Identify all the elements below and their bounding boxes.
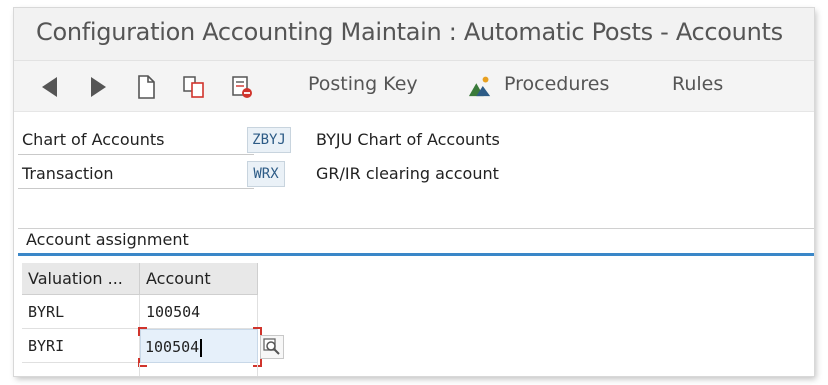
window-title: Configuration Accounting Maintain : Auto… (36, 18, 783, 46)
chart-of-accounts-field[interactable]: ZBYJ (247, 127, 291, 153)
title-bar: Configuration Accounting Maintain : Auto… (14, 8, 814, 61)
transaction-field[interactable]: WRX (247, 161, 285, 187)
new-document-icon[interactable] (134, 75, 158, 99)
account-input-value: 100504 (145, 338, 200, 356)
application-toolbar: Posting Key Procedures Rules (14, 61, 814, 112)
account-assignment-title: Account assignment (26, 230, 189, 249)
table-cell-valuation[interactable]: BYRI (22, 329, 140, 363)
column-header-account[interactable]: Account (140, 263, 258, 295)
back-arrow-icon[interactable] (38, 75, 62, 99)
column-header-valuation[interactable]: Valuation ... (22, 263, 140, 295)
text-caret (200, 338, 203, 357)
section-divider (18, 253, 814, 256)
forward-arrow-icon[interactable] (86, 75, 110, 99)
focus-corner-top-left (138, 327, 147, 336)
table-cell-valuation[interactable]: BYRL (22, 295, 140, 329)
rules-button[interactable]: Rules (672, 73, 723, 95)
posting-key-button[interactable]: Posting Key (308, 73, 418, 95)
chart-of-accounts-description: BYJU Chart of Accounts (316, 130, 500, 149)
transaction-label: Transaction (18, 160, 254, 189)
empty-table-row (140, 363, 258, 376)
chart-of-accounts-label: Chart of Accounts (18, 126, 254, 155)
empty-table-row (22, 363, 140, 376)
value-help-icon[interactable] (260, 335, 284, 359)
account-input-active[interactable]: 100504 (140, 329, 258, 363)
transaction-description: GR/IR clearing account (316, 164, 499, 183)
procedures-button[interactable]: Procedures (504, 73, 609, 95)
procedures-icon[interactable] (468, 74, 492, 98)
table-cell-account[interactable]: 100504 (140, 295, 258, 329)
copy-document-icon[interactable] (182, 75, 206, 99)
delete-document-icon[interactable] (230, 75, 254, 99)
window-frame: Configuration Accounting Maintain : Auto… (14, 8, 814, 376)
